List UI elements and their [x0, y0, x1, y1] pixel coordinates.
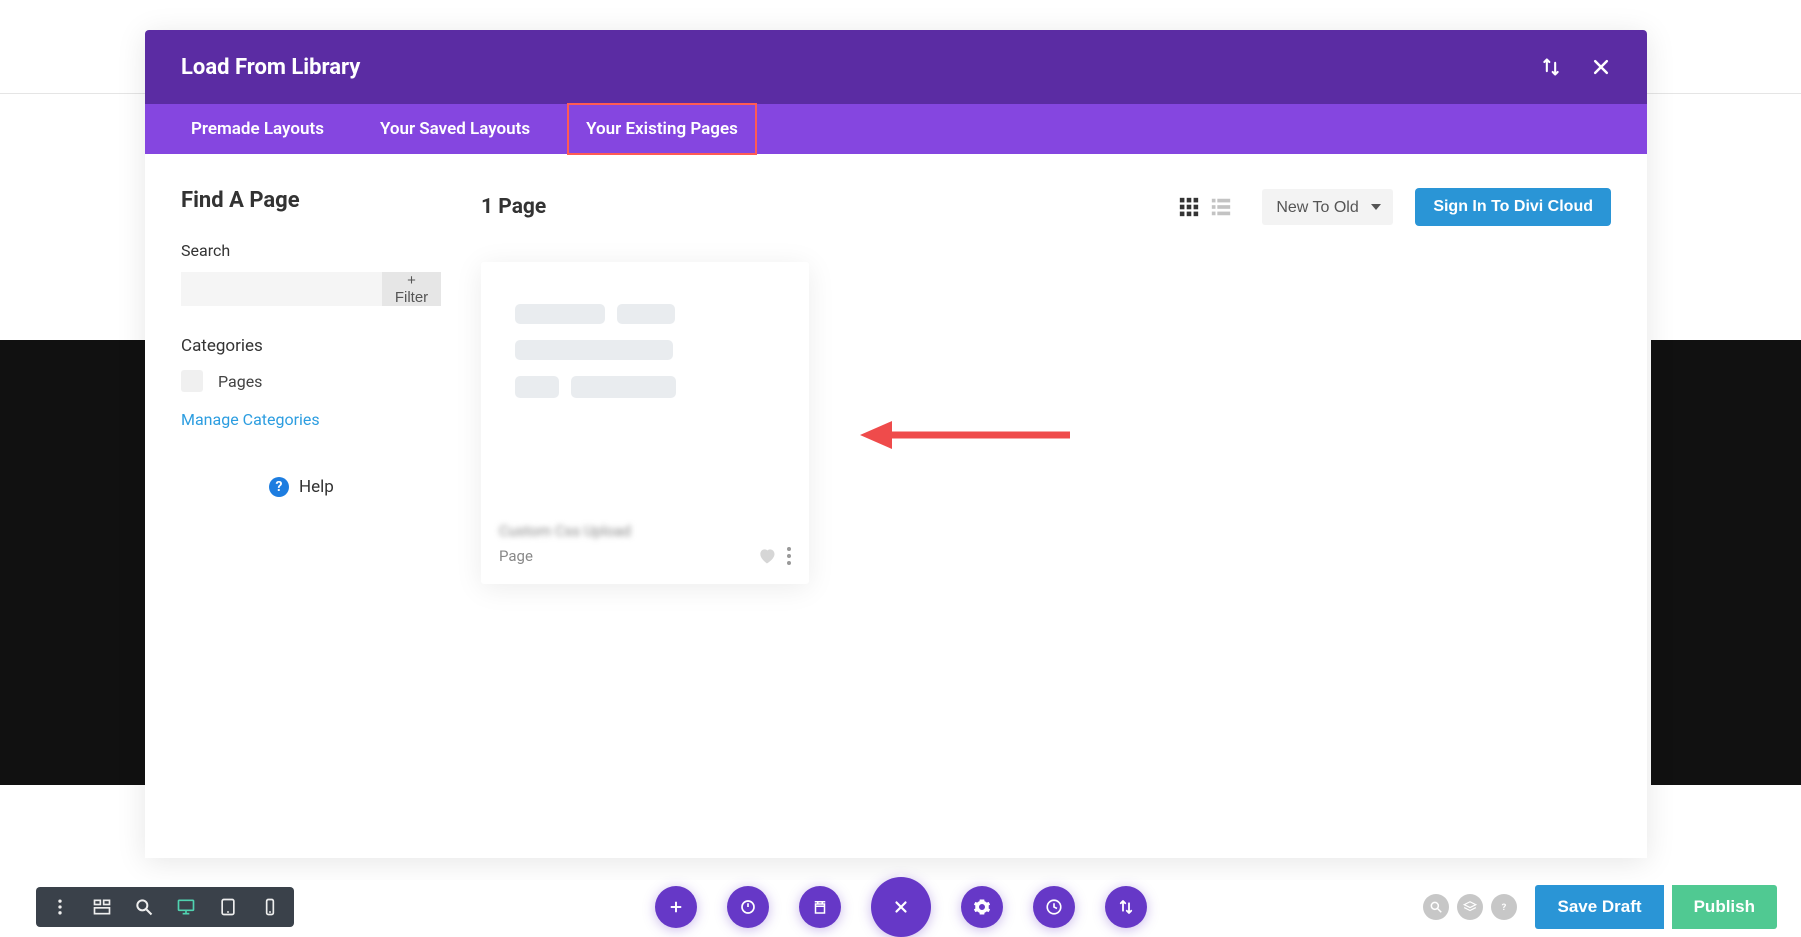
- grid-view-icon[interactable]: [1178, 196, 1200, 218]
- sort-select[interactable]: New To Old: [1262, 189, 1393, 225]
- list-view-icon[interactable]: [1210, 196, 1232, 218]
- svg-text:?: ?: [1502, 902, 1507, 913]
- bar-right-actions: ? Save Draft Publish: [1423, 885, 1777, 929]
- page-card-footer: Custom Css Upload Page: [481, 518, 809, 584]
- sidebar-title: Find A Page: [181, 188, 441, 213]
- category-checkbox[interactable]: [181, 370, 203, 392]
- category-row-pages[interactable]: Pages: [181, 370, 441, 392]
- category-name: Pages: [218, 372, 262, 391]
- tablet-view-icon[interactable]: [218, 897, 238, 917]
- tab-premade-layouts[interactable]: Premade Layouts: [173, 104, 342, 154]
- portability-button[interactable]: [1105, 886, 1147, 928]
- modal-header: Load From Library: [145, 30, 1647, 104]
- library-main: 1 Page New To Old Sign In To Divi Cloud: [481, 188, 1611, 824]
- main-title: 1 Page: [481, 195, 1178, 219]
- tab-existing-pages[interactable]: Your Existing Pages: [568, 104, 756, 154]
- layers-icon[interactable]: [1457, 894, 1483, 920]
- search-label: Search: [181, 241, 441, 260]
- desktop-view-icon[interactable]: [176, 897, 196, 917]
- portability-icon[interactable]: [1541, 57, 1561, 77]
- publish-button[interactable]: Publish: [1672, 885, 1777, 929]
- categories-label: Categories: [181, 336, 441, 356]
- page-card-meta-row: Page: [499, 546, 791, 566]
- card-more-icon[interactable]: [787, 547, 791, 565]
- page-card-title: Custom Css Upload: [499, 522, 791, 540]
- page-card-thumbnail: [481, 262, 809, 518]
- modal-tabs: Premade Layouts Your Saved Layouts Your …: [145, 104, 1647, 154]
- bar-left-tools: [36, 887, 294, 927]
- page-settings-button[interactable]: [961, 886, 1003, 928]
- clear-layout-button[interactable]: [727, 886, 769, 928]
- close-builder-button[interactable]: [871, 877, 931, 937]
- bg-dark-left: [0, 340, 150, 785]
- modal-body: Find A Page Search + Filter Categories P…: [145, 154, 1647, 858]
- save-to-library-button[interactable]: [799, 886, 841, 928]
- add-filter-button[interactable]: + Filter: [382, 272, 441, 306]
- help-icon: ?: [269, 477, 289, 497]
- help-button[interactable]: ? Help: [269, 477, 441, 497]
- main-header: 1 Page New To Old Sign In To Divi Cloud: [481, 188, 1611, 226]
- builder-bottom-bar: ? Save Draft Publish: [0, 880, 1801, 934]
- manage-categories-link[interactable]: Manage Categories: [181, 410, 441, 429]
- add-section-button[interactable]: [655, 886, 697, 928]
- annotation-arrow: [860, 415, 1070, 455]
- tab-saved-layouts[interactable]: Your Saved Layouts: [362, 104, 548, 154]
- modal-title: Load From Library: [181, 55, 1541, 80]
- view-toggle: [1178, 196, 1232, 218]
- bar-center-fabs: [655, 877, 1147, 937]
- help-label: Help: [299, 477, 334, 497]
- more-menu-icon[interactable]: [50, 897, 70, 917]
- page-card-type: Page: [499, 547, 757, 565]
- search-row: + Filter: [181, 272, 441, 306]
- modal-header-actions: [1541, 57, 1611, 77]
- history-button[interactable]: [1033, 886, 1075, 928]
- library-sidebar: Find A Page Search + Filter Categories P…: [181, 188, 441, 824]
- wireframe-icon[interactable]: [92, 897, 112, 917]
- bg-dark-right: [1651, 340, 1801, 785]
- help-circle-icon[interactable]: ?: [1491, 894, 1517, 920]
- favorite-icon[interactable]: [757, 546, 777, 566]
- page-card[interactable]: Custom Css Upload Page: [481, 262, 809, 584]
- search-layers-icon[interactable]: [1423, 894, 1449, 920]
- zoom-icon[interactable]: [134, 897, 154, 917]
- phone-view-icon[interactable]: [260, 897, 280, 917]
- save-draft-button[interactable]: Save Draft: [1535, 885, 1663, 929]
- search-input[interactable]: [181, 272, 382, 306]
- signin-divi-cloud-button[interactable]: Sign In To Divi Cloud: [1415, 188, 1611, 226]
- close-icon[interactable]: [1591, 57, 1611, 77]
